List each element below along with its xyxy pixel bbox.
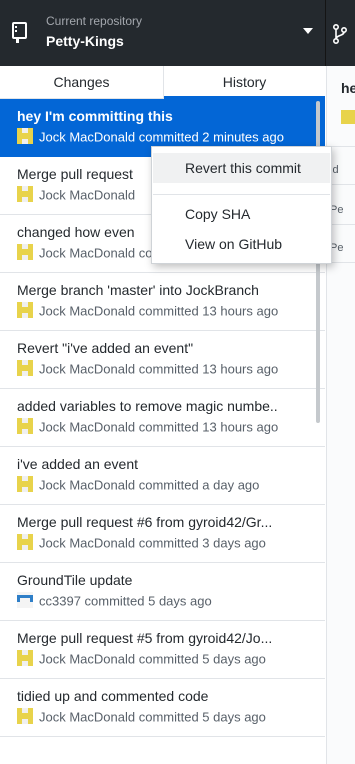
tab-changes[interactable]: Changes (0, 66, 164, 98)
current-repository-label: Current repository (46, 14, 143, 28)
repo-icon (12, 22, 27, 43)
menu-separator (153, 194, 330, 195)
identicon-avatar-icon (17, 186, 33, 202)
identicon-avatar-icon (17, 360, 33, 376)
commit-summary: Merge pull request #5 from gyroid42/Jo..… (17, 630, 273, 646)
tab-bar: Changes History (0, 66, 325, 99)
menu-item-label: Copy SHA (185, 206, 251, 222)
commit-author-time: Jock MacDonald committed a day ago (39, 477, 260, 493)
commit-meta: Jock MacDonald committed 2 minutes ago (17, 128, 317, 146)
branch-icon[interactable] (333, 24, 347, 44)
commit-row[interactable]: Merge pull request #5 from gyroid42/Jo..… (0, 621, 325, 679)
commit-author-time: Jock MacDonald committed 3 days ago (39, 535, 266, 551)
identicon-avatar-icon (17, 302, 33, 318)
commit-summary: GroundTile update (17, 572, 133, 588)
commit-row[interactable]: tidied up and commented code Jock MacDon… (0, 679, 325, 737)
tab-history[interactable]: History (164, 66, 325, 99)
commit-context-menu: Revert this commit Copy SHA View on GitH… (151, 146, 332, 264)
revert-commit-menu-item[interactable]: Revert this commit (153, 153, 330, 183)
commit-author-time: Jock MacDonald (39, 187, 136, 203)
view-on-github-menu-item[interactable]: View on GitHub (153, 229, 330, 259)
identicon-avatar-icon (17, 592, 33, 608)
identicon-avatar-icon (17, 244, 33, 260)
commit-meta: Jock MacDonald committed a day ago (17, 476, 317, 494)
commit-author-time: Jock MacDonald committed 5 days ago (39, 651, 266, 667)
toolbar: Current repository Petty-Kings (0, 0, 355, 66)
commit-row[interactable]: Merge branch 'master' into JockBranch Jo… (0, 273, 325, 331)
copy-sha-menu-item[interactable]: Copy SHA (153, 199, 330, 229)
commit-author-time: cc3397 committed 5 days ago (39, 593, 212, 609)
commit-author-time: Jock MacDonald committed 13 hours ago (39, 419, 279, 435)
menu-item-label: Revert this commit (185, 160, 301, 176)
commit-meta: Jock MacDonald committed 5 days ago (17, 650, 317, 668)
commit-author-time: Jock MacDonald committed 13 hours ago (39, 361, 279, 377)
commit-meta: cc3397 committed 5 days ago (17, 592, 317, 610)
repository-name: Petty-Kings (46, 33, 124, 49)
details-text: Pe (330, 204, 344, 216)
commit-author-time: Jock MacDonald committed 5 days ago (39, 709, 266, 725)
repository-selector-button[interactable]: Current repository Petty-Kings (0, 0, 326, 66)
identicon-avatar-icon (17, 534, 33, 550)
commit-meta: Jock MacDonald committed 3 days ago (17, 534, 317, 552)
commit-row[interactable]: added variables to remove magic numbe.. … (0, 389, 325, 447)
commit-summary: added variables to remove magic numbe.. (17, 398, 278, 414)
identicon-avatar-icon (17, 418, 33, 434)
caret-down-icon (303, 28, 313, 34)
commit-details-title: he (341, 80, 355, 96)
commit-meta: Jock MacDonald committed 13 hours ago (17, 302, 317, 320)
details-text: Pe (330, 242, 344, 254)
commit-summary: i've added an event (17, 456, 138, 472)
commit-meta: Jock MacDonald committed 5 days ago (17, 708, 317, 726)
commit-author-time: Jock MacDonald committed 2 minutes ago (39, 129, 284, 145)
menu-item-label: View on GitHub (185, 236, 283, 252)
identicon-avatar-icon (17, 650, 33, 666)
commit-summary: hey I'm committing this (17, 108, 173, 124)
identicon-avatar-icon (17, 708, 33, 724)
commit-row[interactable]: i've added an event Jock MacDonald commi… (0, 447, 325, 505)
commit-summary: Revert "i've added an event" (17, 340, 194, 356)
identicon-avatar-icon (17, 476, 33, 492)
commit-summary: tidied up and commented code (17, 688, 209, 704)
commit-meta: Jock MacDonald committed 13 hours ago (17, 360, 317, 378)
commit-summary: Merge pull request #6 from gyroid42/Gr..… (17, 514, 273, 530)
commit-row[interactable]: Merge pull request #6 from gyroid42/Gr..… (0, 505, 325, 563)
commit-row[interactable]: GroundTile update cc3397 committed 5 day… (0, 563, 325, 621)
commit-meta: Jock MacDonald committed 13 hours ago (17, 418, 317, 436)
avatar (341, 110, 355, 124)
identicon-avatar-icon (17, 128, 33, 144)
commit-row[interactable]: Revert "i've added an event" Jock MacDon… (0, 331, 325, 389)
commit-summary: Merge branch 'master' into JockBranch (17, 282, 259, 298)
commit-author-time: Jock MacDonald committed 13 hours ago (39, 303, 279, 319)
